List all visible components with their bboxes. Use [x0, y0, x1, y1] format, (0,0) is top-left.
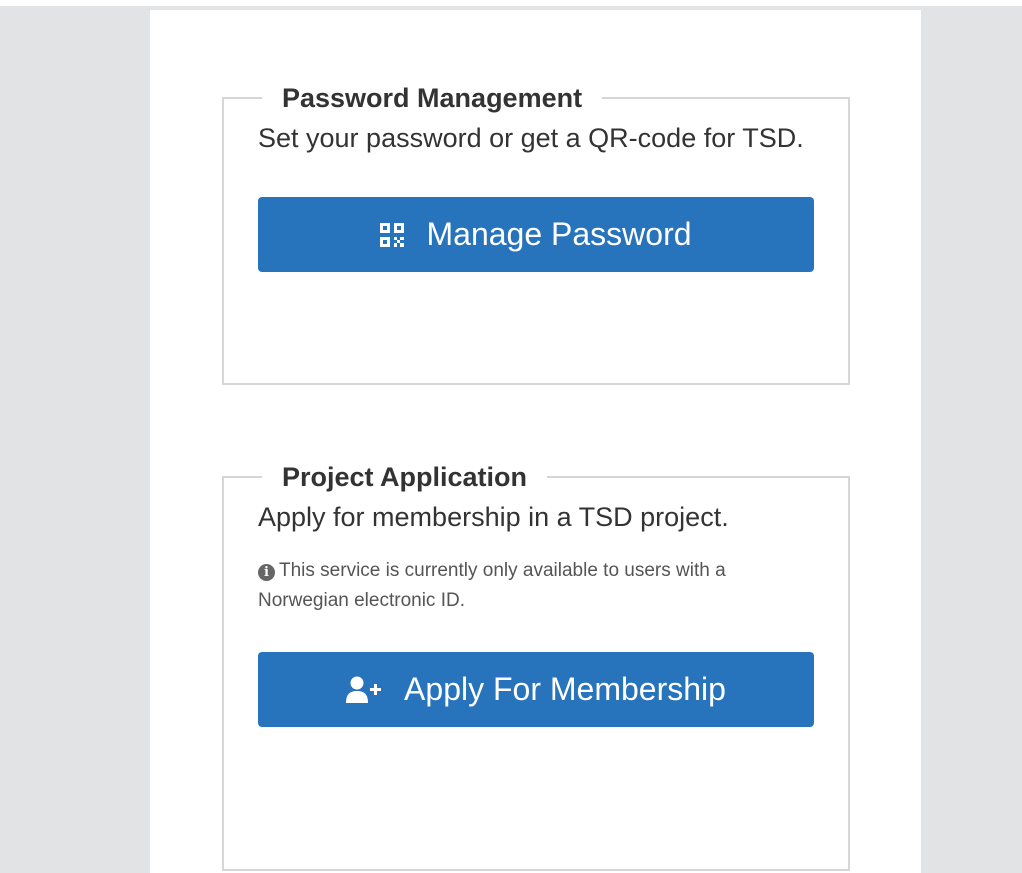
password-management-legend: Password Management — [282, 83, 583, 113]
user-plus-icon — [346, 676, 382, 704]
page-top-strip — [0, 0, 1022, 6]
manage-password-label: Manage Password — [426, 216, 692, 252]
availability-note: i This service is currently only availabl… — [258, 556, 814, 616]
manage-password-button[interactable]: Manage Password — [258, 197, 814, 272]
main-panel: Password Management Set your password or… — [150, 10, 921, 873]
project-application-legend: Project Application — [282, 462, 528, 492]
apply-for-membership-button[interactable]: Apply For Membership — [258, 652, 814, 727]
project-application-card: Project Application Apply for membership… — [222, 461, 850, 871]
password-management-description: Set your password or get a QR-code for T… — [258, 123, 804, 153]
apply-for-membership-label: Apply For Membership — [404, 671, 726, 707]
qr-code-icon — [380, 222, 405, 247]
availability-note-text: This service is currently only available… — [258, 560, 726, 611]
project-application-description: Apply for membership in a TSD project. — [258, 502, 729, 532]
password-management-card: Password Management Set your password or… — [222, 82, 850, 385]
info-circle-icon: i — [258, 564, 275, 581]
